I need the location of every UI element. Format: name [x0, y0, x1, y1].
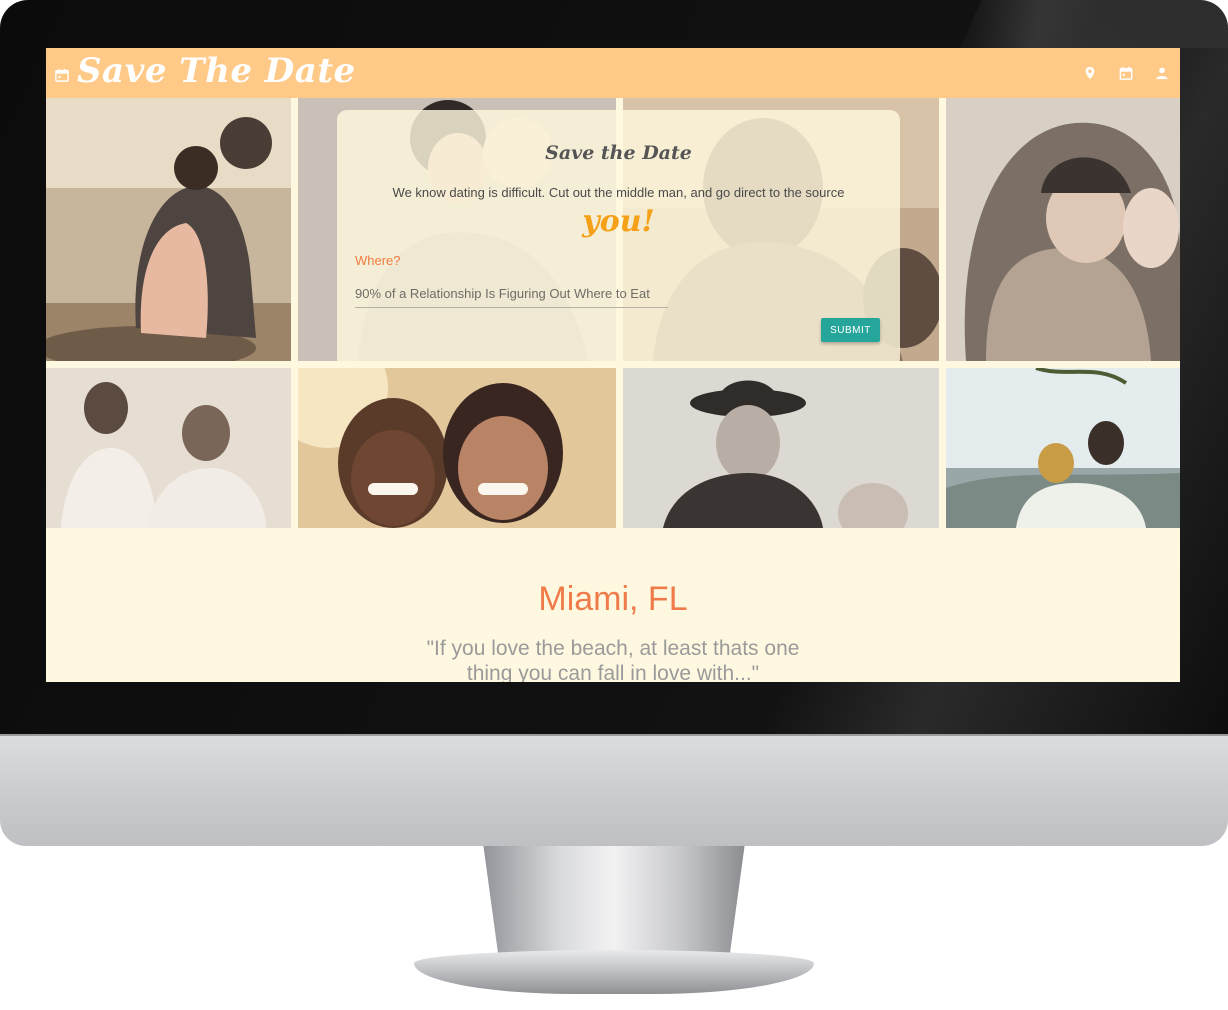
brand-link[interactable]: Save The Date	[55, 51, 356, 91]
photo-couple-sunlight	[298, 368, 616, 528]
photo-couple-beach	[46, 98, 291, 361]
monitor-stand-neck	[483, 846, 745, 966]
screen: Save The Date Save the Date We know dati…	[46, 48, 1180, 682]
featured-quote: "If you love the beach, at least thats o…	[426, 637, 800, 682]
where-label: Where?	[355, 253, 401, 268]
featured-city: Miami, FL	[538, 580, 688, 618]
location-pin-icon[interactable]	[1072, 48, 1108, 98]
card-subtitle: We know dating is difficult. Cut out the…	[392, 185, 845, 200]
navbar: Save The Date	[46, 48, 1180, 98]
card-emphasis: you!	[582, 204, 655, 239]
photo-couple-smiling	[46, 368, 291, 528]
brand-title: Save The Date	[77, 51, 356, 91]
calendar-icon	[55, 68, 69, 82]
photo-couple-hat	[623, 368, 939, 528]
person-icon[interactable]	[1144, 48, 1180, 98]
nav-icons	[1072, 48, 1180, 98]
bezel-glare	[960, 0, 1228, 48]
photo-couple-blanket	[946, 98, 1180, 361]
photo-couple-hilltop	[946, 368, 1180, 528]
monitor-chin	[0, 734, 1228, 846]
search-card: Save the Date We know dating is difficul…	[337, 110, 900, 368]
card-title: Save the Date	[545, 142, 692, 164]
calendar-icon[interactable]	[1108, 48, 1144, 98]
submit-button[interactable]: SUBMIT	[821, 318, 880, 342]
where-input[interactable]	[355, 280, 668, 308]
monitor-stand-foot	[414, 950, 814, 994]
